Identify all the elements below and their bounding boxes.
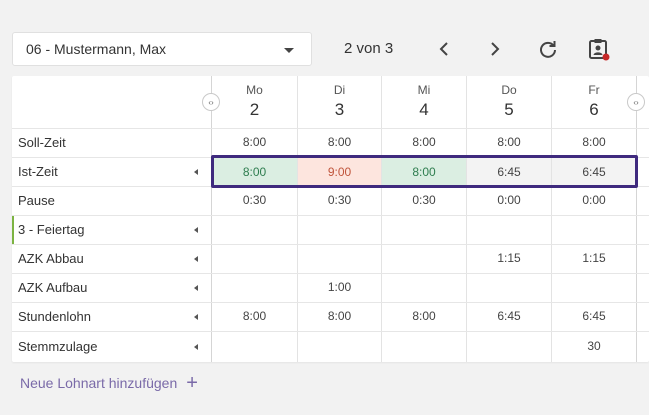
cell[interactable]: 1:15 — [552, 244, 636, 273]
next-button[interactable] — [482, 36, 508, 62]
cell[interactable] — [552, 273, 636, 302]
expand-row-icon[interactable] — [194, 344, 198, 350]
cell[interactable]: 0:00 — [467, 186, 551, 215]
toolbar: 06 - Mustermann, Max 2 von 3 — [0, 0, 649, 76]
day-header: Mo 2 — [212, 76, 297, 128]
chevron-right-icon — [491, 42, 500, 56]
day-name: Do — [501, 83, 517, 97]
expand-row-icon[interactable] — [194, 256, 198, 262]
cell[interactable]: 8:00 — [382, 302, 466, 331]
holiday-marker — [12, 216, 14, 244]
timesheet-table: Mo 2 Di 3 Mi 4 Do 5 Fr 6 ‹› ‹› Soll-Zeit… — [12, 76, 649, 362]
plus-icon: + — [186, 372, 198, 394]
day-date: 5 — [504, 100, 514, 119]
day-header: Do 5 — [467, 76, 551, 128]
cell[interactable]: 8:00 — [552, 128, 636, 157]
day-header: Di 3 — [298, 76, 381, 128]
expand-row-icon[interactable] — [194, 285, 198, 291]
cell[interactable]: 30 — [552, 332, 636, 361]
cell[interactable] — [212, 332, 297, 361]
expand-arrows-icon: ‹› — [208, 97, 214, 107]
cell[interactable] — [382, 215, 466, 244]
row-label-azk-aufbau: AZK Aufbau — [18, 280, 88, 295]
cell[interactable]: 0:30 — [298, 186, 381, 215]
cell[interactable]: 0:30 — [212, 186, 297, 215]
cell[interactable]: 6:45 — [552, 302, 636, 331]
scroll-columns-left-button[interactable]: ‹› — [202, 93, 220, 111]
day-date: 2 — [249, 100, 260, 119]
day-header: Fr 6 — [552, 76, 636, 128]
cell[interactable]: 8:00 — [298, 128, 381, 157]
cell[interactable] — [552, 215, 636, 244]
row-label-soll-zeit: Soll-Zeit — [18, 135, 66, 150]
cell[interactable]: 8:00 — [382, 128, 466, 157]
day-date: 3 — [334, 100, 345, 119]
employee-select[interactable]: 06 - Mustermann, Max — [12, 32, 312, 66]
cell[interactable]: 1:15 — [467, 244, 551, 273]
cell[interactable]: 6:45 — [467, 302, 551, 331]
cell[interactable] — [212, 273, 297, 302]
cell[interactable] — [467, 215, 551, 244]
row-label-pause: Pause — [18, 193, 55, 208]
day-date: 6 — [589, 100, 599, 119]
cell[interactable] — [212, 244, 297, 273]
cell[interactable] — [298, 332, 381, 361]
employee-select-value: 06 - Mustermann, Max — [26, 41, 167, 57]
day-date: 4 — [419, 100, 429, 119]
refresh-button[interactable] — [535, 36, 561, 62]
expand-arrows-icon: ‹› — [633, 97, 639, 107]
cell[interactable] — [298, 244, 381, 273]
clipboard-user-icon — [589, 39, 610, 61]
cell[interactable]: 8:00 — [467, 128, 551, 157]
cell[interactable] — [212, 215, 297, 244]
clipboard-button[interactable] — [586, 36, 612, 62]
day-name: Fr — [588, 83, 600, 97]
row-label-stemmzulage: Stemmzulage — [18, 339, 98, 354]
cell[interactable]: 1:00 — [298, 273, 381, 302]
row-label-feiertag: 3 - Feiertag — [18, 222, 85, 237]
expand-row-icon[interactable] — [194, 314, 198, 320]
dropdown-caret-icon — [284, 48, 294, 53]
day-name: Mi — [417, 83, 431, 97]
add-wage-type-label: Neue Lohnart hinzufügen — [20, 375, 178, 391]
cell[interactable]: 0:00 — [552, 186, 636, 215]
day-header: Mi 4 — [382, 76, 466, 128]
cell[interactable] — [382, 244, 466, 273]
row-label-azk-abbau: AZK Abbau — [18, 251, 84, 266]
expand-row-icon[interactable] — [194, 169, 198, 175]
expand-row-icon[interactable] — [194, 227, 198, 233]
pager-text: 2 von 3 — [344, 40, 394, 57]
cell[interactable]: 8:00 — [298, 302, 381, 331]
refresh-icon — [540, 41, 556, 58]
cell[interactable]: 8:00 — [212, 302, 297, 331]
chevron-left-icon — [439, 42, 448, 56]
scroll-columns-right-button[interactable]: ‹› — [627, 93, 645, 111]
cell[interactable]: 0:30 — [382, 186, 466, 215]
add-wage-type-button[interactable]: Neue Lohnart hinzufügen + — [20, 372, 198, 394]
cell[interactable] — [298, 215, 381, 244]
notification-dot — [602, 53, 610, 61]
cell[interactable] — [467, 332, 551, 361]
day-name: Di — [333, 83, 346, 97]
row-label-ist-zeit: Ist-Zeit — [18, 164, 58, 179]
day-name: Mo — [246, 83, 263, 97]
prev-button[interactable] — [431, 36, 457, 62]
cell[interactable] — [382, 332, 466, 361]
row-label-stundenlohn: Stundenlohn — [18, 309, 92, 324]
cell[interactable]: 8:00 — [212, 128, 297, 157]
cell[interactable] — [382, 273, 466, 302]
selected-row-outline — [211, 155, 638, 188]
cell[interactable] — [467, 273, 551, 302]
